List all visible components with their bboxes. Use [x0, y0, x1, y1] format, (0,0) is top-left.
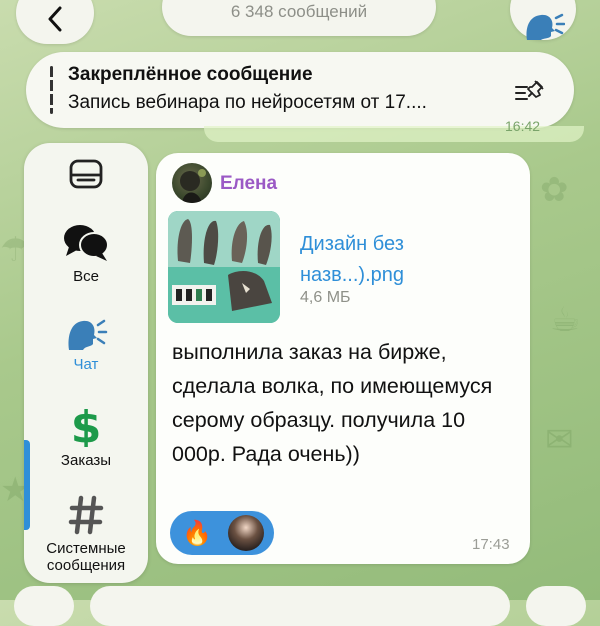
svg-text:$: $ [71, 403, 102, 447]
message-count: 6 348 сообщений [230, 2, 368, 21]
speech-bubbles-icon [64, 225, 109, 261]
speaking-head-icon [68, 319, 108, 350]
speaking-head-icon [526, 13, 565, 40]
fire-reaction-icon: 🔥 [182, 520, 212, 547]
wallpaper-doodle: ☕ [550, 301, 581, 339]
sidebar-item-label: Все [73, 268, 99, 285]
reactor-avatar [228, 515, 264, 551]
attach-button[interactable] [14, 586, 74, 626]
composer-bar [0, 586, 600, 626]
reaction-chip[interactable]: 🔥 [170, 511, 274, 555]
message-time: 17:43 [472, 536, 510, 553]
sidebar-item-system[interactable]: Системные сообщения [24, 495, 148, 574]
message-bubble[interactable]: Елена Дизайн без назв...).png 4,6 МБ вып… [156, 153, 530, 564]
sidebar-item-all[interactable]: Все [24, 223, 148, 285]
dollar-sign-icon: $ [71, 402, 102, 453]
sender-name[interactable]: Елена [220, 173, 277, 195]
previous-message-time: 16:42 [505, 118, 541, 134]
pinned-message[interactable]: Закреплённое сообщение Запись вебинара п… [26, 52, 574, 128]
pinned-title: Закреплённое сообщение [68, 64, 313, 85]
active-topic-indicator [24, 440, 30, 530]
chat-avatar[interactable] [510, 0, 576, 40]
chat-list-icon [69, 159, 103, 189]
pin-list-icon[interactable] [514, 78, 548, 104]
pinned-indicator [50, 66, 53, 114]
message-input[interactable] [90, 586, 510, 626]
image-preview [168, 211, 280, 323]
back-button[interactable] [16, 0, 94, 44]
sidebar-item-orders[interactable]: $ Заказы [24, 402, 148, 469]
file-size: 4,6 МБ [300, 289, 351, 306]
pinned-text: Запись вебинара по нейросетям от 17.... [68, 92, 427, 113]
file-thumbnail[interactable] [168, 211, 280, 323]
wallpaper-doodle: ✿ [540, 171, 569, 209]
message-text: выполнила заказ на бирже, сделала волка,… [172, 340, 493, 466]
sidebar-item-label: Чат [73, 356, 99, 373]
sidebar-item-chat[interactable]: Чат [24, 315, 148, 373]
file-name[interactable]: Дизайн без назв...).png [300, 229, 500, 291]
chevron-left-icon [48, 6, 62, 32]
sidebar-item-label: Заказы [60, 452, 112, 469]
sidebar-item-label: Системные сообщения [46, 540, 126, 574]
topics-sidebar: Все Чат $ Заказы Системные сообщения [24, 143, 148, 583]
sidebar-item-compose[interactable] [24, 159, 148, 194]
sender-avatar[interactable] [172, 163, 212, 203]
chat-header[interactable]: ТА 6 348 сообщений [162, 0, 436, 36]
voice-button[interactable] [526, 586, 586, 626]
wallpaper-doodle: ✉ [545, 421, 574, 459]
hashtag-icon [68, 495, 104, 535]
avatar-image [180, 169, 206, 203]
